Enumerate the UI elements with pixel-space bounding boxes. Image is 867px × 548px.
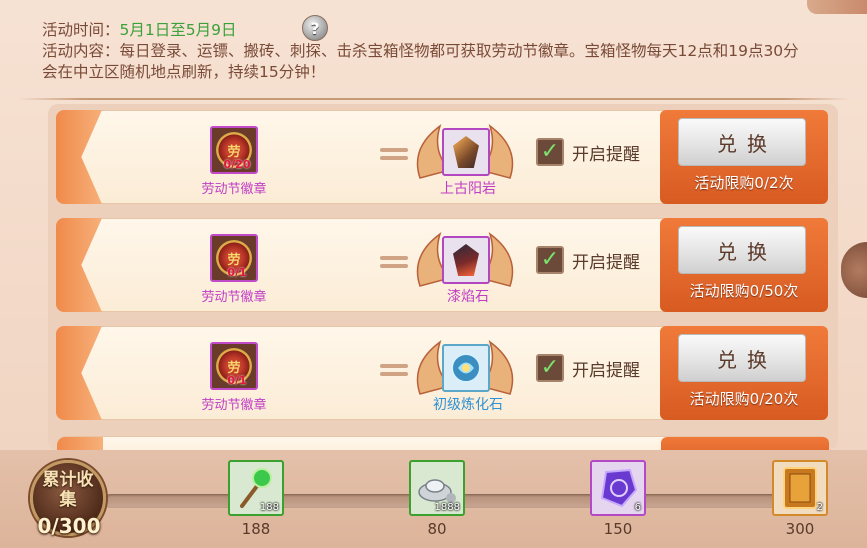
exchange-row-partial (57, 436, 829, 450)
sun-rock-crystal-icon (453, 136, 479, 168)
equals-icon (380, 254, 408, 270)
buy-panel: 兑换 活动限购0/2次 (660, 110, 828, 204)
remind-toggle[interactable]: ✓ 开启提醒 (536, 138, 640, 166)
badge-slot[interactable]: 劳 0/1 (210, 342, 258, 390)
badge-count: 0/1 (227, 266, 247, 279)
event-time-line: 活动时间：5月1日至5月9日 (42, 20, 812, 41)
milestone-reward[interactable]: 1888 (409, 460, 465, 516)
event-time-label: 活动时间： (42, 21, 120, 39)
badge-count: 0/1 (227, 374, 247, 387)
badge-name: 劳动节徽章 (201, 290, 267, 305)
equals-icon (380, 362, 408, 378)
buy-panel (661, 437, 829, 450)
buy-panel: 兑换 活动限购0/50次 (660, 218, 828, 312)
flame-stone-icon (453, 244, 479, 276)
collection-count: 0/300 (37, 514, 101, 538)
reward-threshold: 300 (785, 520, 815, 538)
reward-item-slot[interactable] (442, 344, 490, 392)
exchange-button[interactable]: 兑换 (678, 118, 806, 166)
purchase-limit: 活动限购0/2次 (694, 174, 794, 192)
event-content: 活动内容：每日登录、运镖、搬砖、刺探、击杀宝箱怪物都可获取劳动节徽章。宝箱怪物每… (42, 42, 799, 81)
reward-threshold: 150 (603, 520, 633, 538)
badge-name: 劳动节徽章 (201, 398, 267, 413)
checkbox-checked-icon[interactable]: ✓ (536, 138, 564, 166)
badge-slot[interactable]: 劳 0/20 (210, 126, 258, 174)
collection-label: 累计收集 (42, 470, 94, 510)
checkbox-checked-icon[interactable]: ✓ (536, 354, 564, 382)
badge-name: 劳动节徽章 (201, 182, 267, 197)
event-panel: 活动时间：5月1日至5月9日 活动内容：每日登录、运镖、搬砖、刺探、击杀宝箱怪物… (0, 0, 867, 548)
exchange-row: 劳 0/20 劳动节徽章 上古阳岩 ✓ 开启提醒 兑换 活动限购0/2次 (56, 110, 828, 206)
reward-qty: 6 (634, 502, 641, 513)
reward-qty: 1888 (434, 502, 460, 513)
exchange-button[interactable]: 兑换 (678, 334, 806, 382)
checkbox-checked-icon[interactable]: ✓ (536, 246, 564, 274)
reward-qty: 2 (816, 502, 823, 513)
divider (18, 96, 850, 102)
item-name: 初级炼化石 (433, 397, 503, 413)
item-name: 漆焰石 (447, 289, 489, 305)
purchase-limit: 活动限购0/50次 (689, 282, 799, 300)
equals-icon (380, 146, 408, 162)
reward-item-slot[interactable] (442, 236, 490, 284)
exchange-row: 劳 0/1 劳动节徽章 漆焰石 ✓ 开启提醒 兑换 活动限购0/50次 (56, 218, 828, 314)
remind-label: 开启提醒 (572, 360, 640, 381)
buy-panel: 兑换 活动限购0/20次 (660, 326, 828, 420)
badge-count: 0/20 (223, 158, 251, 171)
reward-threshold: 80 (427, 520, 447, 538)
milestone-reward[interactable]: 6 (590, 460, 646, 516)
reward-qty: 188 (259, 502, 279, 513)
help-icon[interactable]: ? (302, 15, 328, 41)
milestone-reward[interactable]: 188 (228, 460, 284, 516)
remind-label: 开启提醒 (572, 252, 640, 273)
corner-ornament (807, 0, 867, 14)
milestone-reward[interactable]: 2 (772, 460, 828, 516)
ribbon-flag (57, 437, 103, 450)
remind-label: 开启提醒 (572, 144, 640, 165)
reward-threshold: 188 (241, 520, 271, 538)
badge-slot[interactable]: 劳 0/1 (210, 234, 258, 282)
remind-toggle[interactable]: ✓ 开启提醒 (536, 246, 640, 274)
event-time-value: 5月1日至5月9日 (119, 21, 237, 39)
remind-toggle[interactable]: ✓ 开启提醒 (536, 354, 640, 382)
refining-stone-icon (451, 353, 481, 383)
side-scroll-knob[interactable] (841, 242, 867, 298)
exchange-row: 劳 0/1 劳动节徽章 初级炼化石 ✓ 开启提醒 兑换 活动限购0/20次 (56, 326, 828, 422)
exchange-button[interactable]: 兑换 (678, 226, 806, 274)
reward-item-slot[interactable] (442, 128, 490, 176)
exchange-list[interactable]: 劳 0/20 劳动节徽章 上古阳岩 ✓ 开启提醒 兑换 活动限购0/2次 劳 0… (48, 104, 838, 450)
event-info: 活动时间：5月1日至5月9日 活动内容：每日登录、运镖、搬砖、刺探、击杀宝箱怪物… (42, 20, 812, 83)
purchase-limit: 活动限购0/20次 (689, 390, 799, 408)
item-name: 上古阳岩 (440, 181, 496, 197)
